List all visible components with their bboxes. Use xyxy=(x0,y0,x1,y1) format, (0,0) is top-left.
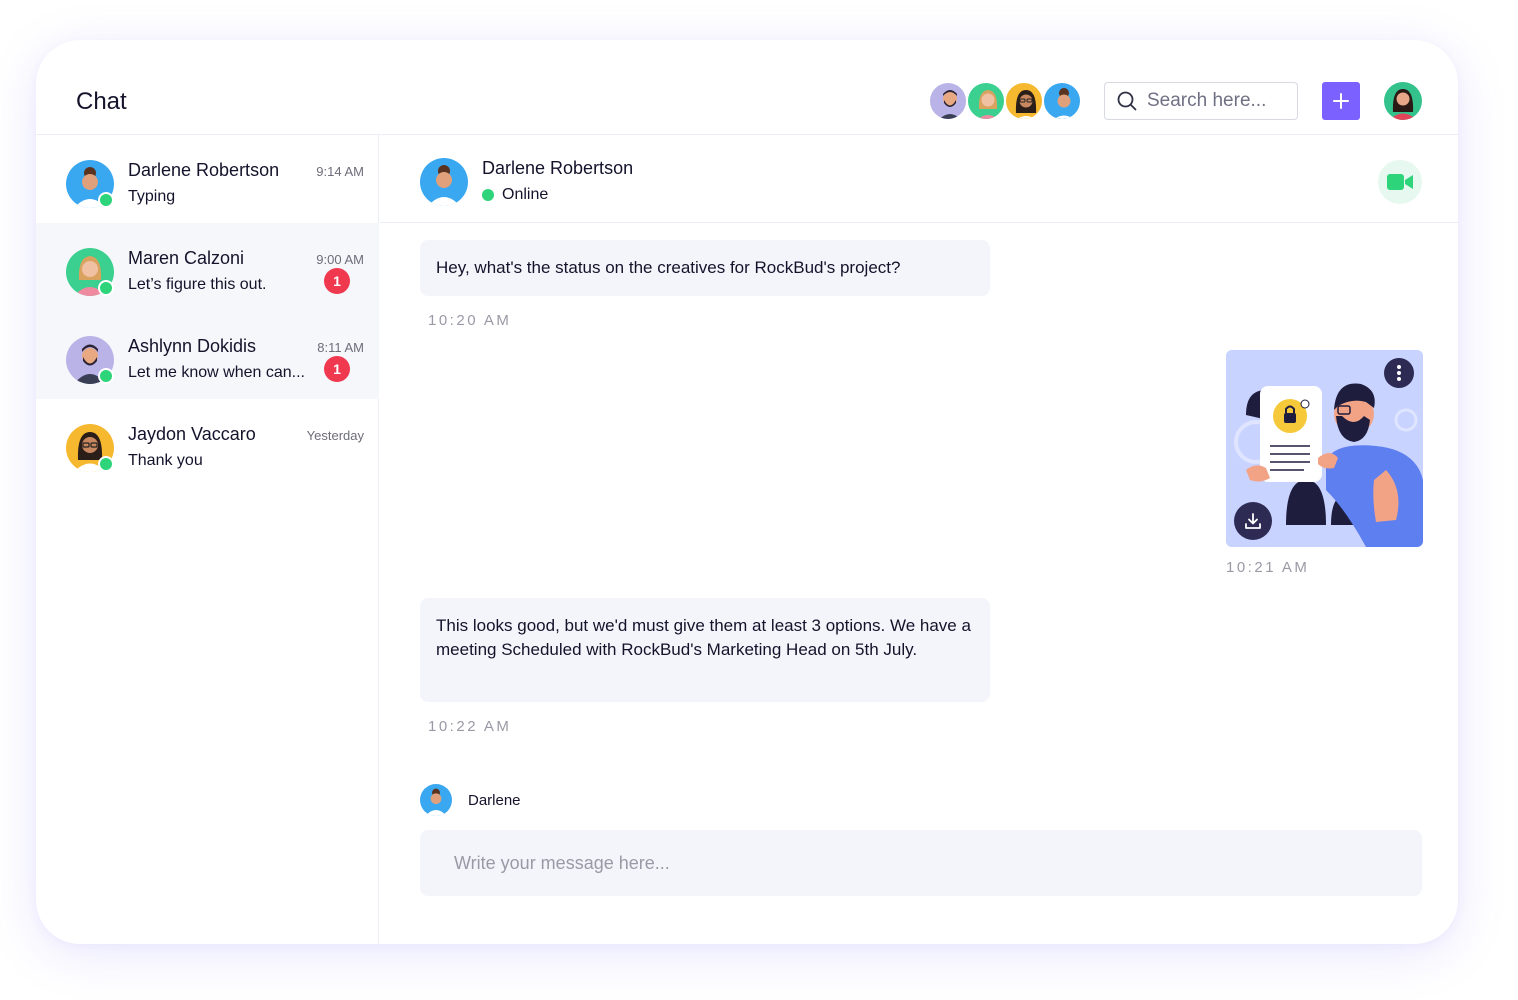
avatar xyxy=(66,424,114,472)
conversation-preview: Thank you xyxy=(128,452,203,469)
video-camera-icon xyxy=(1387,174,1413,190)
avatar xyxy=(420,158,468,206)
conversation-list: Darlene Robertson Typing 9:14 AM Maren C… xyxy=(36,135,379,944)
conversation-preview: Typing xyxy=(128,188,176,205)
download-button[interactable] xyxy=(1234,502,1272,540)
add-button[interactable] xyxy=(1322,82,1360,120)
avatar[interactable] xyxy=(966,81,1006,121)
message-bubble: Hey, what's the status on the creatives … xyxy=(420,240,990,296)
conversation-item[interactable]: Darlene Robertson Typing 9:14 AM xyxy=(36,135,379,223)
conversation-time: 9:00 AM xyxy=(316,252,364,267)
conversation-time: 8:11 AM xyxy=(317,340,364,355)
avatar xyxy=(66,248,114,296)
online-indicator xyxy=(98,280,114,296)
search-icon xyxy=(1117,91,1137,111)
avatar xyxy=(66,336,114,384)
search-input[interactable] xyxy=(1147,90,1287,112)
chat-header: Darlene Robertson Online xyxy=(380,135,1458,223)
message-composer[interactable] xyxy=(420,830,1422,896)
contact-status: Online xyxy=(482,186,548,204)
page-title: Chat xyxy=(76,88,127,115)
search-box[interactable] xyxy=(1104,82,1298,120)
conversation-item[interactable]: Ashlynn Dokidis Let me know when can... … xyxy=(36,311,379,399)
message-time: 10:20 AM xyxy=(428,312,512,329)
plus-icon xyxy=(1333,93,1349,109)
message-bubble: This looks good, but we'd must give them… xyxy=(420,598,990,702)
contact-name: Darlene Robertson xyxy=(482,158,634,178)
avatar xyxy=(420,784,452,816)
avatar[interactable] xyxy=(928,81,968,121)
message-input[interactable] xyxy=(454,852,1354,874)
top-bar: Chat xyxy=(36,40,1458,135)
conversation-preview: Let me know when can... xyxy=(128,364,305,381)
conversation-name: Ashlynn Dokidis xyxy=(128,336,257,356)
online-indicator xyxy=(98,192,114,208)
avatar[interactable] xyxy=(1042,81,1082,121)
video-call-button[interactable] xyxy=(1378,160,1422,204)
conversation-name: Jaydon Vaccaro xyxy=(128,424,256,444)
avatar xyxy=(66,160,114,208)
unread-badge: 1 xyxy=(324,268,350,294)
user-avatar[interactable] xyxy=(1384,82,1422,120)
conversation-name: Maren Calzoni xyxy=(128,248,245,268)
conversation-time: Yesterday xyxy=(306,428,364,443)
avatar[interactable] xyxy=(1004,81,1044,121)
message-text: This looks good, but we'd must give them… xyxy=(436,616,971,659)
message-text: Hey, what's the status on the creatives … xyxy=(436,258,901,277)
download-icon xyxy=(1245,513,1261,529)
conversation-preview: Let’s figure this out. xyxy=(128,276,267,293)
more-vertical-icon xyxy=(1397,365,1401,381)
unread-badge: 1 xyxy=(324,356,350,382)
conversation-time: 9:14 AM xyxy=(316,164,364,179)
image-message[interactable] xyxy=(1226,350,1423,547)
online-indicator xyxy=(98,456,114,472)
conversation-item[interactable]: Maren Calzoni Let’s figure this out. 9:0… xyxy=(36,223,379,311)
more-options-button[interactable] xyxy=(1384,358,1414,388)
chat-app-window: Chat Search here... Darlene Robertson Ty… xyxy=(36,40,1458,944)
conversation-item[interactable]: Jaydon Vaccaro Thank you Yesterday xyxy=(36,399,379,487)
online-indicator xyxy=(482,189,494,201)
online-indicator xyxy=(98,368,114,384)
typing-user-name: Darlene xyxy=(468,792,521,809)
message-time: 10:21 AM xyxy=(1226,559,1310,576)
contact-status-label: Online xyxy=(502,186,549,203)
message-time: 10:22 AM xyxy=(428,718,512,735)
conversation-name: Darlene Robertson xyxy=(128,160,280,180)
